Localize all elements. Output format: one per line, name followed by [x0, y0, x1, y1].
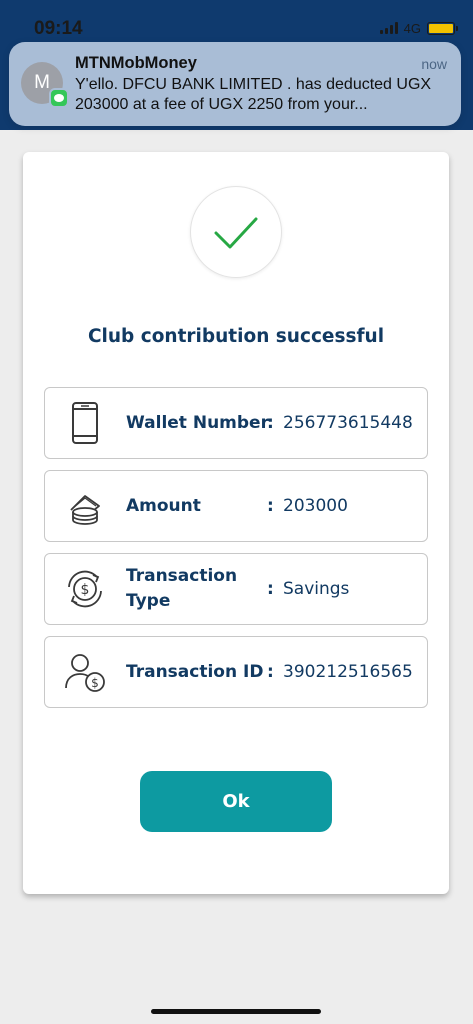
row-separator: : — [267, 413, 274, 433]
row-separator: : — [267, 579, 274, 599]
detail-row-transaction-type: $ Transaction Type : Savings — [44, 553, 428, 625]
row-label: Transaction ID — [126, 661, 264, 682]
svg-text:$: $ — [81, 582, 90, 598]
status-time: 09:14 — [34, 18, 83, 39]
signal-icon — [379, 22, 398, 34]
notification-time: now — [421, 56, 447, 72]
detail-row-wallet-number: Wallet Number : 256773615448 — [44, 387, 428, 459]
status-indicators: 4G — [379, 20, 458, 36]
messages-icon — [49, 88, 69, 108]
detail-row-transaction-id: $ Transaction ID : 390212516565 — [44, 636, 428, 708]
success-badge — [190, 186, 282, 278]
avatar-letter: M — [34, 72, 50, 93]
notification-body: Y'ello. DFCU BANK LIMITED . has deducted… — [75, 76, 432, 113]
user-money-icon: $ — [65, 654, 105, 692]
row-label: Transaction Type — [126, 566, 238, 611]
home-indicator[interactable] — [151, 1009, 321, 1014]
currency-exchange-icon: $ — [68, 570, 102, 608]
notification-title: MTNMobMoney — [75, 54, 197, 72]
status-bar: 09:14 4G — [0, 0, 473, 44]
phone-icon — [72, 402, 98, 444]
row-value-wallet-number: 256773615448 — [283, 413, 413, 433]
row-value-transaction-type: Savings — [283, 579, 350, 599]
push-notification[interactable]: M MTNMobMoney now Y'ello. DFCU BANK LIMI… — [9, 42, 461, 126]
row-label: Wallet Number — [126, 412, 269, 433]
row-value-transaction-id: 390212516565 — [283, 662, 413, 682]
detail-row-amount: Amount : 203000 — [44, 470, 428, 542]
battery-icon — [427, 21, 458, 35]
checkmark-icon — [214, 217, 257, 248]
result-card: Club contribution successful Wallet Numb… — [23, 152, 449, 894]
row-separator: : — [267, 496, 274, 516]
coins-icon — [70, 495, 100, 525]
network-type: 4G — [403, 20, 421, 36]
row-label: Amount — [126, 495, 201, 516]
svg-text:$: $ — [91, 676, 99, 690]
row-separator: : — [267, 662, 274, 682]
success-title: Club contribution successful — [87, 326, 385, 347]
ok-button[interactable]: Ok — [140, 771, 332, 832]
row-value-amount: 203000 — [283, 496, 348, 516]
